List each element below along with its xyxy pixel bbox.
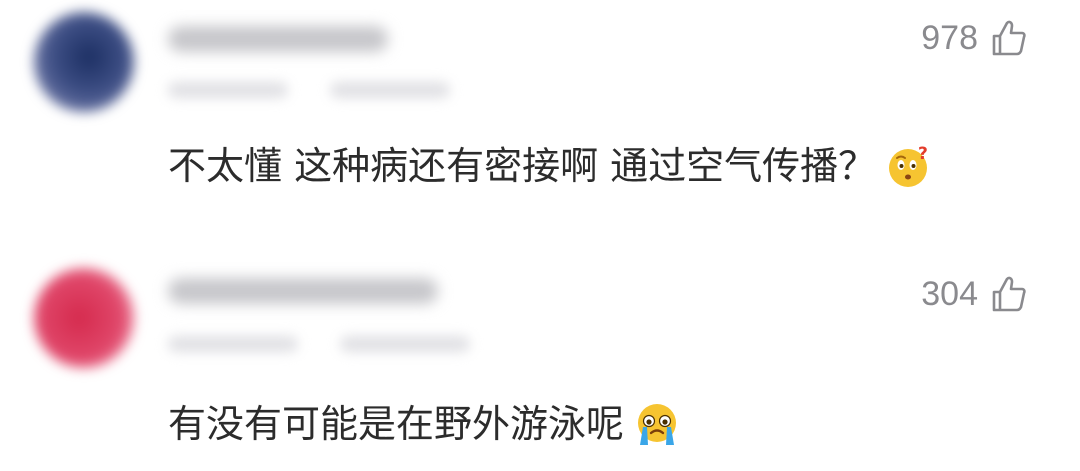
avatar[interactable]	[34, 12, 134, 112]
comment-meta-blurred	[340, 336, 470, 352]
thumbs-up-icon	[992, 20, 1026, 56]
thinking-question-face-icon: ?	[886, 143, 932, 189]
like-count: 304	[921, 275, 978, 313]
like-button[interactable]: 304	[921, 274, 1028, 314]
username-blurred[interactable]	[168, 26, 388, 52]
comment-meta-blurred	[168, 336, 298, 352]
comment-text: 不太懂 这种病还有密接啊 通过空气传播？ ?	[168, 142, 932, 190]
username-blurred[interactable]	[168, 278, 438, 304]
svg-text:?: ?	[918, 144, 928, 164]
comment-item-2: 304 有没有可能是在野外游泳呢	[0, 252, 1080, 471]
crying-face-icon	[634, 401, 680, 447]
comment-item-1: 978 不太懂 这种病还有密接啊 通过空气传播？ ?	[0, 0, 1080, 235]
avatar[interactable]	[34, 268, 134, 368]
comment-meta-blurred	[168, 82, 288, 98]
like-count: 978	[921, 19, 978, 57]
comment-body: 有没有可能是在野外游泳呢	[168, 402, 625, 446]
comment-text: 有没有可能是在野外游泳呢	[168, 400, 680, 448]
comment-body: 不太懂 这种病还有密接啊 通过空气传播？	[168, 144, 877, 188]
like-button[interactable]: 978	[921, 18, 1028, 58]
thumbs-up-icon	[992, 276, 1026, 312]
comment-meta-blurred	[330, 82, 450, 98]
